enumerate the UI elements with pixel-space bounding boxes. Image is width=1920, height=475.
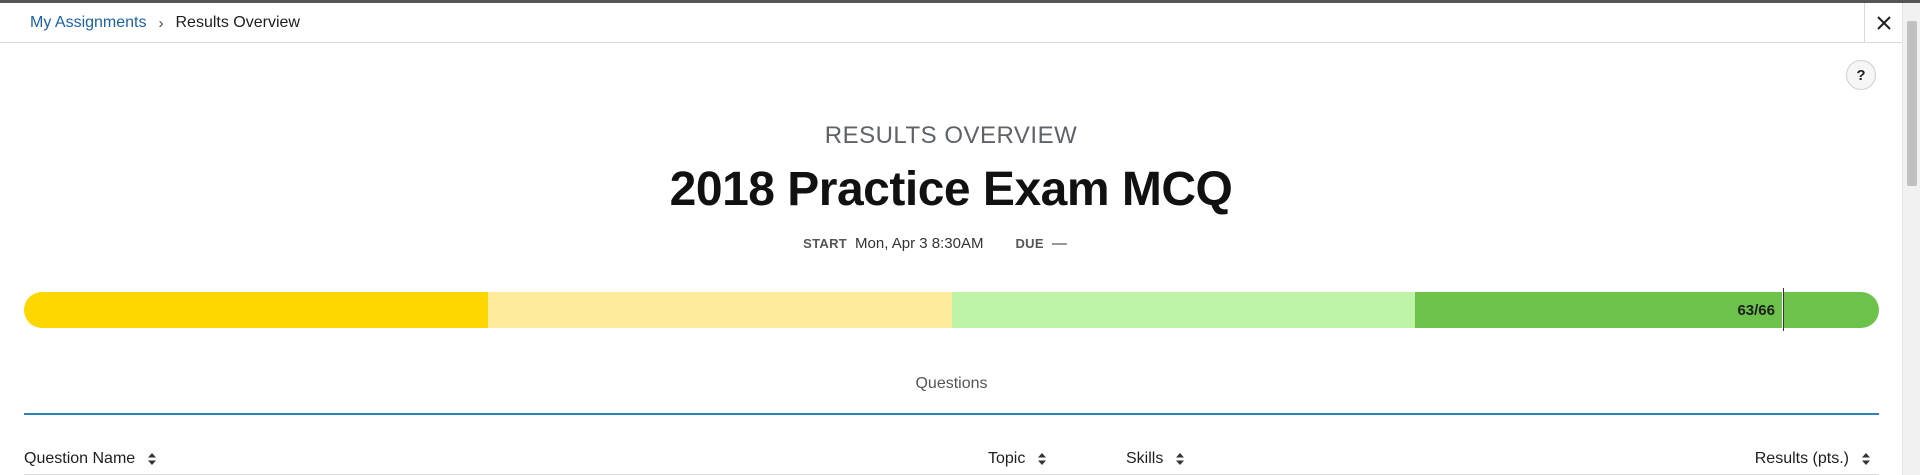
help-icon: ?: [1856, 66, 1866, 84]
sort-icon: [148, 453, 157, 465]
due-value: —: [1051, 235, 1067, 252]
start-value: Mon, Apr 3 8:30AM: [855, 235, 984, 252]
progress-segment: [951, 292, 1416, 328]
tab-questions[interactable]: Questions: [24, 375, 1879, 393]
column-label: Question Name: [24, 450, 136, 467]
due-label: DUE: [1015, 236, 1044, 251]
page-title: 2018 Practice Exam MCQ: [669, 163, 1233, 216]
top-bar: My Assignments › Results Overview: [0, 3, 1902, 43]
table-header: Question Name Topic Skills Results (pts.…: [24, 440, 1879, 475]
start-label: START: [803, 236, 848, 251]
chevron-right-icon: ›: [158, 14, 164, 32]
results-overview-label: RESULTS OVERVIEW: [824, 122, 1078, 149]
close-icon: [1876, 16, 1891, 30]
score-progress-bar: 63/66: [24, 292, 1879, 328]
column-question-name[interactable]: Question Name: [24, 450, 157, 468]
breadcrumb-current: Results Overview: [175, 14, 300, 31]
breadcrumb-my-assignments-link[interactable]: My Assignments: [30, 14, 146, 32]
sort-icon: [1038, 453, 1047, 465]
column-label: Results (pts.): [1754, 450, 1849, 467]
breadcrumb: My Assignments › Results Overview: [30, 3, 300, 43]
score-text: 63/66: [1737, 301, 1775, 319]
column-label: Skills: [1126, 450, 1164, 467]
progress-segment: [1415, 292, 1879, 328]
column-topic[interactable]: Topic: [988, 450, 1047, 468]
vertical-scrollbar[interactable]: [1902, 3, 1920, 475]
progress-segment: [487, 292, 952, 328]
assignment-dates: START Mon, Apr 3 8:30AM DUE —: [0, 235, 1902, 252]
progress-segment: [24, 292, 488, 328]
column-skills[interactable]: Skills: [1126, 450, 1185, 468]
sort-icon: [1862, 453, 1870, 465]
help-button[interactable]: ?: [1846, 60, 1876, 90]
column-results[interactable]: Results (pts.): [1755, 450, 1871, 468]
score-marker: [1782, 288, 1784, 331]
column-label: Topic: [988, 450, 1026, 467]
sort-icon: [1176, 453, 1185, 465]
tab-bar: Questions: [24, 365, 1879, 415]
close-button[interactable]: [1864, 3, 1902, 43]
scrollbar-thumb[interactable]: [1907, 21, 1917, 186]
